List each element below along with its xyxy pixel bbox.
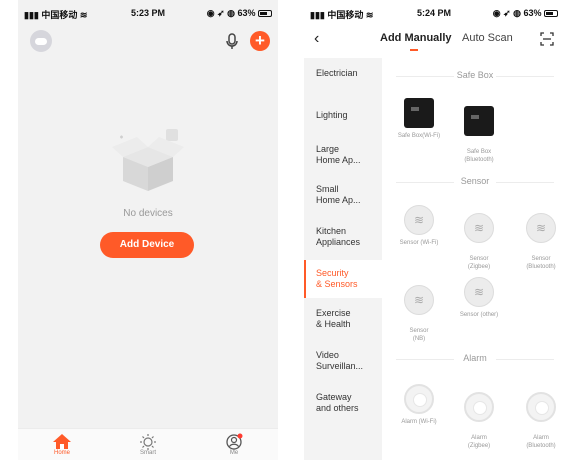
- home-screen: ▮▮▮ 中国移动 ≋ 5:23 PM ◉ ➶ ◍ 63% + No device…: [18, 0, 278, 460]
- tab-add-manually[interactable]: Add Manually: [380, 32, 452, 44]
- status-bar: ▮▮▮ 中国移动 ≋ 5:24 PM ◉ ➶ ◍ 63%: [304, 0, 564, 24]
- device-safe-box-bluetooth[interactable]: Safe Box (Bluetooth): [452, 98, 506, 164]
- sensor-icon: ≋: [526, 213, 556, 243]
- add-icon[interactable]: +: [250, 31, 270, 51]
- status-bar: ▮▮▮ 中国移动 ≋ 5:23 PM ◉ ➶ ◍ 63%: [18, 0, 278, 24]
- category-sidebar: Electrician Lighting Large Home Ap... Sm…: [304, 58, 382, 460]
- safe-box-icon: [464, 106, 494, 136]
- category-security-sensors[interactable]: Security & Sensors: [304, 260, 382, 298]
- section-title-sensor: Sensor: [392, 176, 558, 188]
- battery-status: ◉ ➶ ◍ 63%: [493, 8, 558, 19]
- device-sensor-bluetooth[interactable]: ≋ Sensor (Bluetooth): [514, 205, 564, 271]
- sensor-icon: ≋: [464, 277, 494, 307]
- category-large-home-appliances[interactable]: Large Home Ap...: [304, 144, 382, 166]
- category-video-surveillance[interactable]: Video Surveillan...: [304, 350, 382, 372]
- active-tab-indicator: [410, 49, 418, 51]
- device-sensor-nb[interactable]: ≋ Sensor (NB): [392, 277, 446, 343]
- device-sensor-zigbee[interactable]: ≋ Sensor (Zigbee): [452, 205, 506, 271]
- empty-box-illustration: [112, 129, 184, 191]
- sensor-icon: ≋: [404, 205, 434, 235]
- sun-icon: [140, 434, 156, 450]
- category-small-home-appliances[interactable]: Small Home Ap...: [304, 184, 382, 206]
- add-device-screen: ▮▮▮ 中国移动 ≋ 5:24 PM ◉ ➶ ◍ 63% ‹ Add Manua…: [304, 0, 564, 460]
- category-lighting[interactable]: Lighting: [304, 110, 382, 121]
- sensor-icon: ≋: [464, 213, 494, 243]
- back-chevron-icon[interactable]: ‹: [314, 30, 319, 48]
- safe-box-icon: [404, 98, 434, 128]
- sensor-icon: ≋: [404, 285, 434, 315]
- alarm-icon: [526, 392, 556, 422]
- alarm-icon: [464, 392, 494, 422]
- section-title-alarm: Alarm: [392, 353, 558, 365]
- category-electrician[interactable]: Electrician: [304, 68, 382, 79]
- device-alarm-bluetooth[interactable]: Alarm (Bluetooth): [514, 384, 564, 450]
- scan-icon[interactable]: [540, 32, 554, 46]
- add-device-button[interactable]: Add Device: [100, 232, 194, 258]
- device-sensor-other[interactable]: ≋ Sensor (other): [452, 277, 506, 319]
- device-sensor-wifi[interactable]: ≋ Sensor (Wi-Fi): [392, 205, 446, 247]
- profile-icon: [226, 433, 243, 450]
- device-safe-box-wifi[interactable]: Safe Box(Wi-Fi): [392, 98, 446, 140]
- category-kitchen-appliances[interactable]: Kitchen Appliances: [304, 226, 382, 248]
- tab-home[interactable]: Home: [42, 433, 82, 456]
- tab-me[interactable]: Me: [214, 433, 254, 456]
- device-alarm-zigbee[interactable]: Alarm (Zigbee): [452, 384, 506, 450]
- tab-smart[interactable]: Smart: [128, 433, 168, 456]
- alarm-icon: [404, 384, 434, 414]
- mic-icon[interactable]: [222, 31, 242, 51]
- tab-auto-scan[interactable]: Auto Scan: [462, 32, 513, 44]
- category-gateway-others[interactable]: Gateway and others: [304, 392, 382, 414]
- category-exercise-health[interactable]: Exercise & Health: [304, 308, 382, 330]
- home-icon: [53, 434, 71, 449]
- top-bar: ‹ Add Manually Auto Scan: [304, 28, 564, 54]
- device-alarm-wifi[interactable]: Alarm (Wi-Fi): [392, 384, 446, 426]
- bottom-tab-bar: Home Smart Me: [18, 428, 278, 460]
- battery-status: ◉ ➶ ◍ 63%: [207, 8, 272, 19]
- family-avatar[interactable]: [30, 30, 52, 52]
- empty-state-text: No devices: [123, 208, 173, 219]
- section-title-safe-box: Safe Box: [392, 70, 558, 82]
